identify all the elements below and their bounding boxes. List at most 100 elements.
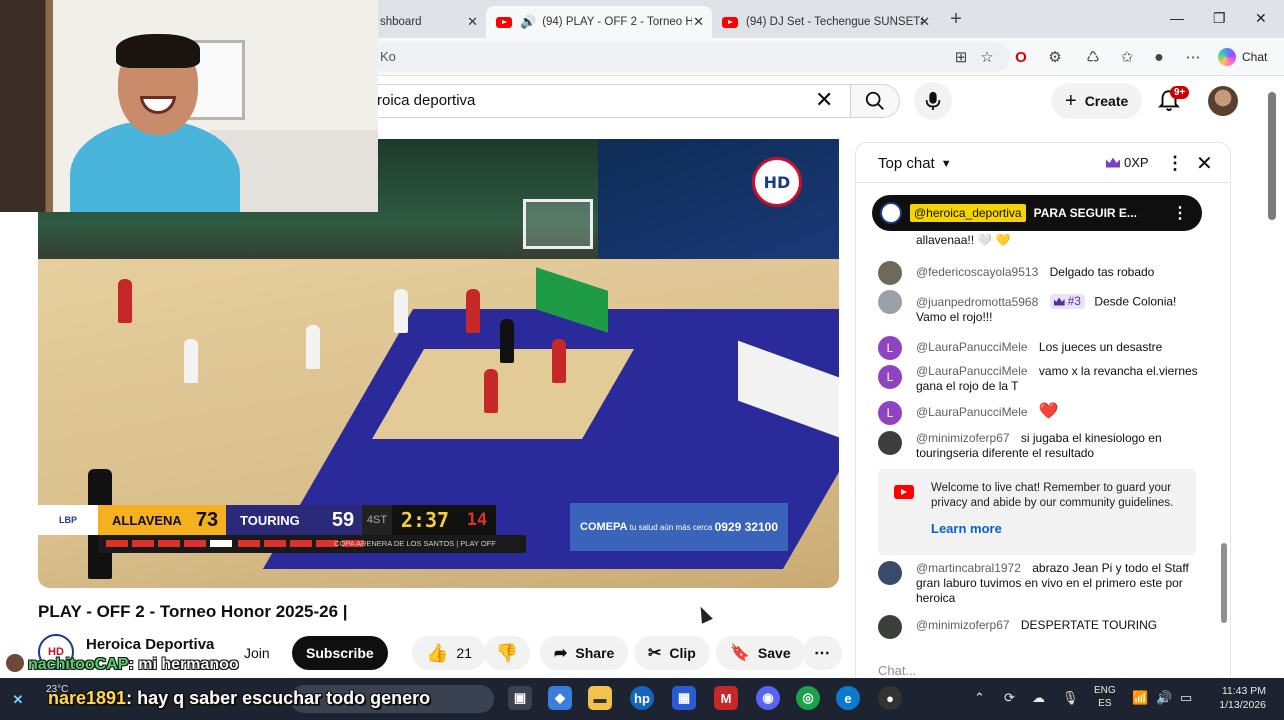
volume-icon[interactable]: 🔊 (1156, 690, 1172, 706)
extensions-icon[interactable]: ⚙ (1046, 49, 1064, 67)
create-button[interactable]: + Create (1051, 83, 1143, 119)
youtube-search-input[interactable]: roica deportiva (360, 84, 850, 118)
favorites-icon[interactable]: ✩ (1118, 49, 1136, 67)
window-close-icon[interactable]: ✕ (1255, 10, 1267, 27)
message-author[interactable]: @federicoscayola9513 (916, 265, 1038, 279)
more-vertical-icon[interactable]: ⋮ (1166, 153, 1184, 174)
basketball-player (484, 369, 498, 413)
heart-emoji: ❤️ (1038, 403, 1059, 420)
message-author[interactable]: @LauraPanucciMele (916, 364, 1028, 378)
speaker-icon[interactable]: 🔊 (520, 14, 536, 30)
close-chat-icon[interactable]: ✕ (1196, 151, 1213, 176)
avatar (878, 290, 902, 314)
save-label: Save (757, 645, 791, 661)
save-button[interactable]: 🔖 Save (716, 636, 805, 670)
favorite-star-icon[interactable]: ☆ (978, 49, 996, 67)
lang-top: ENG (1094, 685, 1116, 696)
more-actions-button[interactable]: ⋯ (802, 636, 842, 670)
sync-icon[interactable]: ⟳ (1004, 690, 1015, 706)
close-icon[interactable]: ✕ (467, 14, 478, 30)
tab-dj-set[interactable]: (94) DJ Set - Techengue SUNSET# ✕ (712, 6, 938, 38)
sponsor-phone: 0929 32100 (714, 520, 778, 534)
more-vertical-icon[interactable]: ⋮ (1172, 203, 1188, 223)
screen: shboard ✕ 🔊 (94) PLAY - OFF 2 - Torneo H… (0, 0, 1284, 720)
tab-dashboard[interactable]: shboard ✕ (370, 6, 486, 38)
tab-label: (94) DJ Set - Techengue SUNSET# (746, 16, 924, 28)
search-button[interactable] (850, 84, 900, 118)
file-explorer-icon[interactable]: ▬ (588, 686, 612, 710)
channel-name[interactable]: Heroica Deportiva (86, 636, 214, 653)
clip-button[interactable]: ✂ Clip (634, 636, 710, 670)
more-menu-icon[interactable]: ⋯ (1184, 49, 1202, 67)
streamer-hair (116, 34, 200, 68)
share-button[interactable]: ➦ Share (540, 636, 629, 670)
more-horizontal-icon: ⋯ (814, 645, 830, 662)
minimize-icon[interactable]: — (1170, 10, 1184, 26)
mcafee-icon[interactable]: M (714, 686, 738, 710)
page-scrollbar-thumb[interactable] (1268, 92, 1276, 220)
avatar: L (878, 365, 902, 389)
url-input[interactable]: Ko (370, 42, 1010, 72)
opera-icon[interactable]: O (1012, 49, 1030, 67)
copilot-app-icon[interactable]: ◆ (548, 686, 572, 710)
message-author[interactable]: @juanpedromotta5968 (916, 295, 1038, 309)
hp-icon[interactable]: hp (630, 686, 654, 710)
game-clock: 2:37 (392, 505, 458, 535)
edge-icon[interactable]: e (836, 686, 860, 710)
chat-mode-dropdown[interactable]: Top chat ▼ (878, 155, 952, 172)
chat-scrollbar-thumb[interactable] (1221, 543, 1227, 623)
tab-label: shboard (380, 16, 422, 28)
shot-clock: 14 (458, 505, 496, 535)
system-clock[interactable]: 11:43 PM 1/13/2026 (1208, 684, 1266, 712)
message-author[interactable]: @minimizoferp67 (916, 431, 1010, 445)
xp-value: 0XP (1124, 155, 1149, 170)
message-text: allavenaa!! 🤍 💛 (916, 233, 1011, 247)
widgets-icon[interactable]: ✕ (6, 688, 30, 712)
voice-search-button[interactable] (914, 82, 952, 120)
team1-foul-marker (132, 540, 154, 547)
pinned-message[interactable]: @heroica_deportiva PARA SEGUIR E... ⋮ (872, 195, 1202, 231)
message-author[interactable]: @minimizoferp67 (916, 618, 1010, 632)
wifi-icon[interactable]: 📶 (1132, 690, 1148, 706)
team2-foul-marker (238, 540, 260, 547)
xp-indicator[interactable]: 0XP (1106, 155, 1149, 170)
microphone-icon[interactable]: 🎙 (1062, 690, 1079, 706)
chrome-icon[interactable]: ◎ (796, 686, 820, 710)
battery-icon[interactable]: ▭ (1180, 690, 1192, 706)
close-icon[interactable]: ✕ (919, 14, 930, 30)
chat-input[interactable]: Chat... (878, 663, 916, 678)
copilot-chat-button[interactable]: Chat (1218, 46, 1267, 68)
broadcast-logo: HD (752, 157, 802, 207)
profile-icon[interactable]: ● (1150, 49, 1168, 67)
team1-foul-marker (210, 540, 232, 547)
store-icon[interactable]: ▦ (672, 686, 696, 710)
basketball-player (184, 339, 198, 383)
dislike-button[interactable]: 👎 (484, 636, 530, 670)
account-avatar[interactable] (1208, 86, 1238, 116)
message-author[interactable]: @LauraPanucciMele (916, 340, 1028, 354)
maximize-icon[interactable]: ❐ (1213, 10, 1226, 27)
home-team-name: ALLAVENA (98, 505, 188, 535)
close-icon[interactable]: ✕ (693, 14, 704, 30)
cloud-icon[interactable]: ☁ (1032, 690, 1045, 706)
message-author[interactable]: @martincabral1972 (916, 561, 1021, 575)
sponsor-name: COMEPA (580, 521, 628, 533)
subscribe-button[interactable]: Subscribe (292, 636, 388, 670)
discord-icon[interactable]: ◉ (756, 686, 780, 710)
chevron-up-icon[interactable]: ⌃ (974, 690, 985, 706)
pinned-avatar (880, 202, 902, 224)
task-view-icon[interactable]: ▣ (508, 686, 532, 710)
basketball-player (466, 289, 480, 333)
clip-label: Clip (669, 645, 696, 661)
obs-icon[interactable]: ● (878, 686, 902, 710)
learn-more-link[interactable]: Learn more (931, 521, 1002, 536)
performance-icon[interactable]: ♺ (1084, 49, 1102, 67)
message-author[interactable]: @LauraPanucciMele (916, 405, 1028, 419)
like-button[interactable]: 👍 21 (412, 636, 486, 670)
tab-play-off[interactable]: 🔊 (94) PLAY - OFF 2 - Torneo Ho ✕ (486, 6, 712, 38)
rank-text: #3 (1067, 294, 1081, 308)
clear-search-icon[interactable]: ✕ (815, 89, 833, 111)
new-tab-icon[interactable]: + (946, 8, 966, 31)
apps-icon[interactable]: ⊞ (952, 49, 970, 67)
language-indicator[interactable]: ENG ES (1094, 684, 1116, 710)
